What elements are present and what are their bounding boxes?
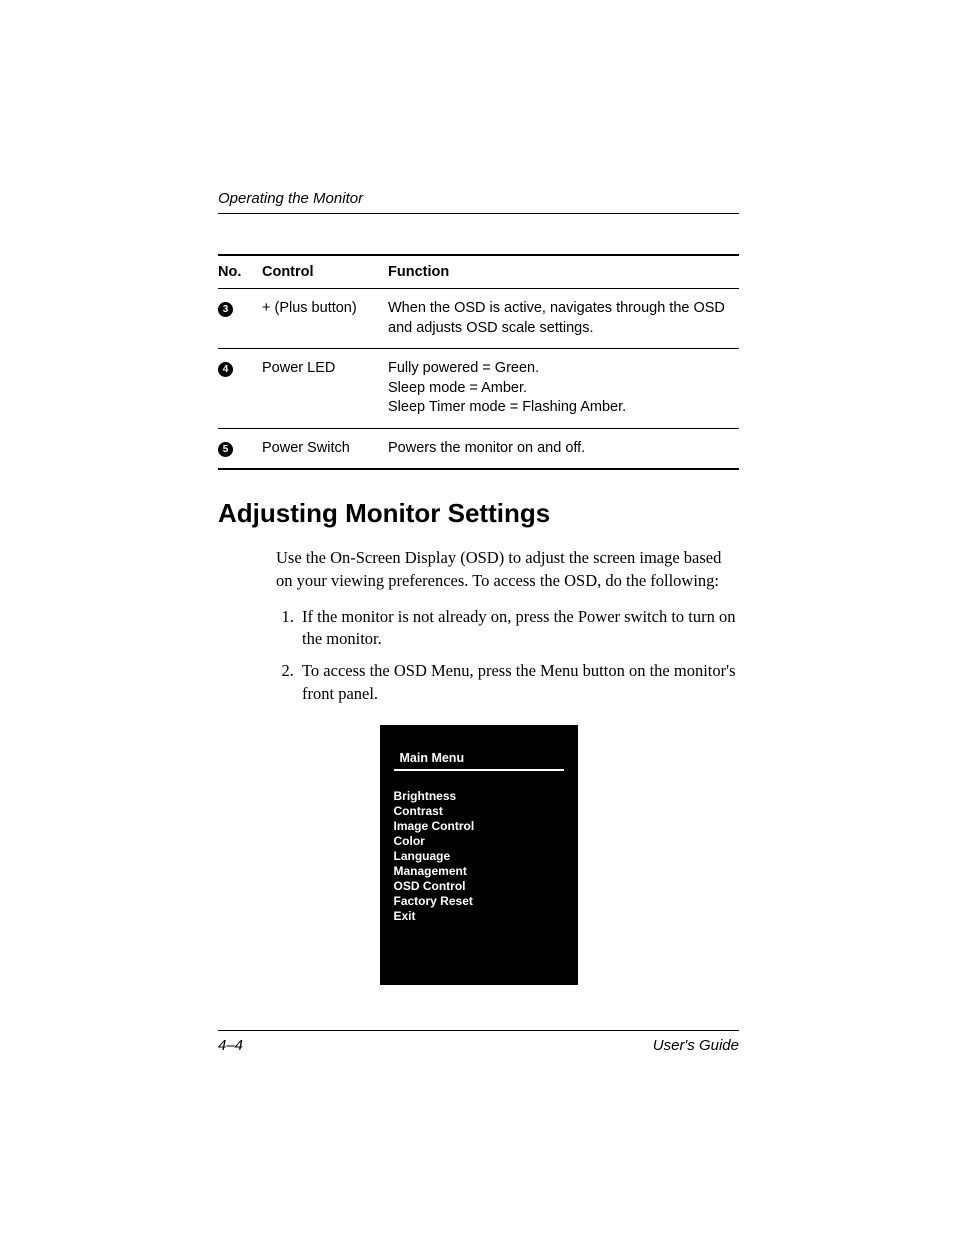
- page-footer: 4–4 User's Guide: [218, 1030, 739, 1054]
- osd-item: Factory Reset: [394, 894, 564, 909]
- osd-menu-items: Brightness Contrast Image Control Color …: [394, 789, 564, 924]
- table-row: 3 + (Plus button) When the OSD is active…: [218, 289, 739, 349]
- osd-separator: [394, 769, 564, 771]
- control-cell: + (Plus button): [262, 289, 388, 349]
- table-row: 4 Power LED Fully powered = Green. Sleep…: [218, 349, 739, 429]
- col-header-control: Control: [262, 255, 388, 289]
- osd-item: Brightness: [394, 789, 564, 804]
- control-cell: Power LED: [262, 349, 388, 429]
- steps-list: If the monitor is not already on, press …: [298, 606, 739, 705]
- osd-screenshot: Main Menu Brightness Contrast Image Cont…: [380, 725, 578, 985]
- osd-item: Contrast: [394, 804, 564, 819]
- function-cell: When the OSD is active, navigates throug…: [388, 289, 739, 349]
- col-header-function: Function: [388, 255, 739, 289]
- section-heading: Adjusting Monitor Settings: [218, 498, 739, 529]
- page-content: Operating the Monitor No. Control Functi…: [0, 0, 954, 985]
- running-head: Operating the Monitor: [218, 190, 739, 214]
- page-number: 4–4: [218, 1037, 243, 1054]
- osd-item: Language: [394, 849, 564, 864]
- step-item: To access the OSD Menu, press the Menu b…: [298, 660, 739, 705]
- osd-item: Exit: [394, 909, 564, 924]
- intro-paragraph: Use the On-Screen Display (OSD) to adjus…: [276, 547, 739, 592]
- function-cell: Powers the monitor on and off.: [388, 428, 739, 469]
- osd-item: Color: [394, 834, 564, 849]
- table-row: 5 Power Switch Powers the monitor on and…: [218, 428, 739, 469]
- intro-text: Use the On-Screen Display (OSD) to adjus…: [276, 547, 739, 592]
- osd-item: Image Control: [394, 819, 564, 834]
- controls-table: No. Control Function 3 + (Plus button) W…: [218, 254, 739, 470]
- row-number-icon: 4: [218, 362, 233, 377]
- function-cell: Fully powered = Green. Sleep mode = Ambe…: [388, 349, 739, 429]
- row-number-icon: 5: [218, 442, 233, 457]
- doc-title: User's Guide: [653, 1037, 739, 1054]
- osd-title: Main Menu: [394, 751, 564, 769]
- col-header-no: No.: [218, 255, 262, 289]
- step-item: If the monitor is not already on, press …: [298, 606, 739, 651]
- osd-item: OSD Control: [394, 879, 564, 894]
- row-number-icon: 3: [218, 302, 233, 317]
- osd-item: Management: [394, 864, 564, 879]
- control-cell: Power Switch: [262, 428, 388, 469]
